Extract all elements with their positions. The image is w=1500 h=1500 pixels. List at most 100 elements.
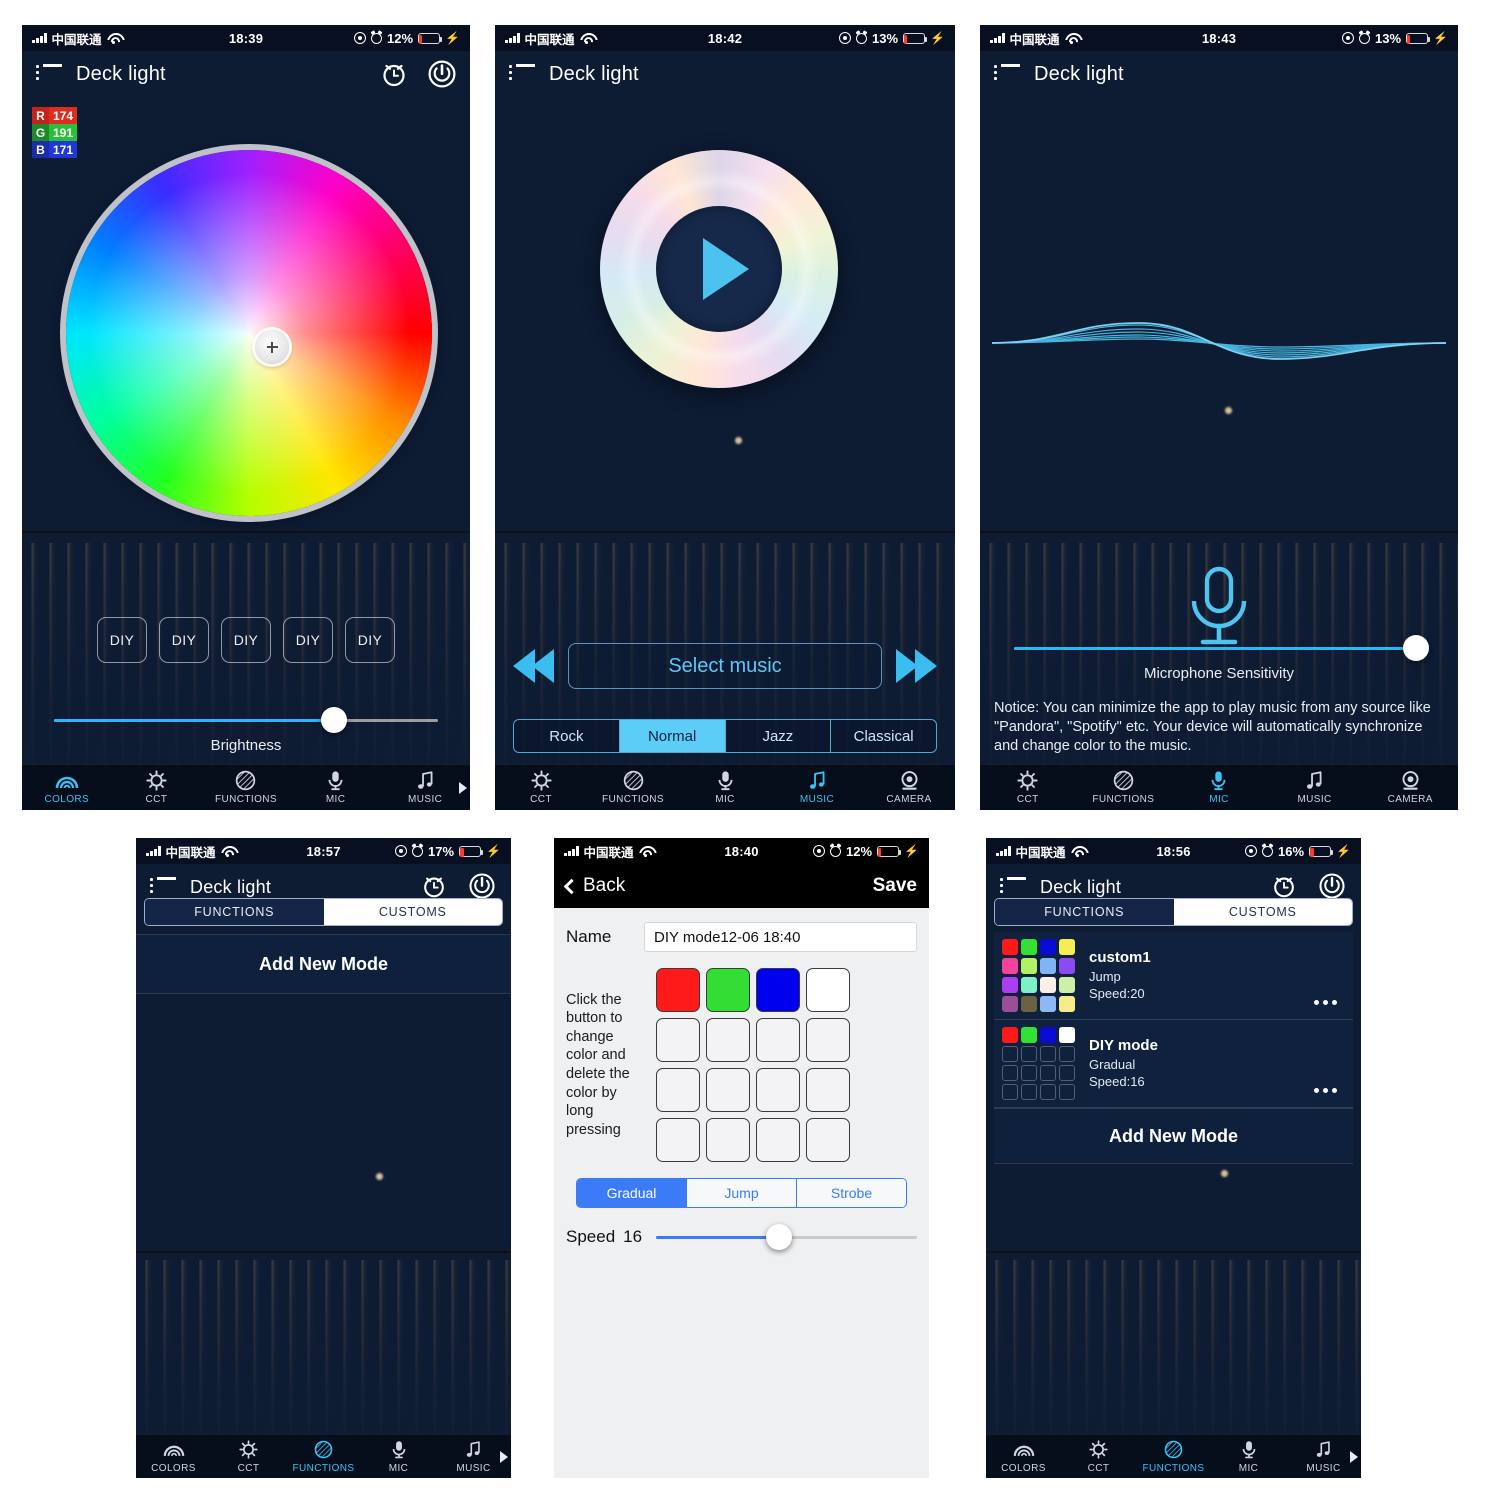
- tab-cct[interactable]: CCT: [1061, 1439, 1136, 1474]
- name-input[interactable]: DIY mode12-06 18:40: [644, 922, 917, 952]
- tab-music[interactable]: MUSIC: [771, 770, 863, 805]
- tab-functions-seg[interactable]: FUNCTIONS: [995, 899, 1174, 925]
- color-cell[interactable]: [806, 1118, 850, 1162]
- music-disc[interactable]: [600, 150, 838, 388]
- diy-preset-button[interactable]: DIY: [221, 617, 271, 663]
- tab-functions[interactable]: FUNCTIONS: [587, 770, 679, 805]
- select-music-button[interactable]: Select music: [568, 643, 882, 689]
- color-wheel-cursor[interactable]: [255, 330, 289, 364]
- color-cell[interactable]: [756, 1018, 800, 1062]
- tab-cct[interactable]: CCT: [980, 770, 1076, 805]
- tab-customs-seg[interactable]: CUSTOMS: [1173, 899, 1352, 925]
- genre-classical[interactable]: Classical: [831, 720, 936, 752]
- menu-icon[interactable]: [150, 877, 176, 897]
- timer-icon[interactable]: [421, 873, 449, 901]
- add-new-mode-button[interactable]: Add New Mode: [994, 1108, 1353, 1164]
- tab-overflow-arrow-icon[interactable]: [500, 1450, 508, 1463]
- tab-colors[interactable]: COLORS: [136, 1439, 211, 1474]
- color-cell[interactable]: [756, 1068, 800, 1112]
- tab-colors[interactable]: COLORS: [22, 770, 112, 805]
- mode-jump[interactable]: Jump: [687, 1179, 797, 1207]
- tab-camera[interactable]: CAMERA: [1362, 770, 1458, 805]
- tab-music[interactable]: MUSIC: [380, 770, 470, 805]
- menu-icon[interactable]: [36, 64, 62, 84]
- diy-preset-button[interactable]: DIY: [159, 617, 209, 663]
- tab-cct[interactable]: CCT: [495, 770, 587, 805]
- more-options-icon[interactable]: [1314, 1088, 1337, 1093]
- color-cell[interactable]: [756, 968, 800, 1012]
- diy-preset-button[interactable]: DIY: [97, 617, 147, 663]
- color-cell[interactable]: [706, 1118, 750, 1162]
- brightness-slider[interactable]: [54, 707, 438, 733]
- tab-mic[interactable]: MIC: [679, 770, 771, 805]
- color-cell[interactable]: [706, 968, 750, 1012]
- sensitivity-knob[interactable]: [1402, 635, 1429, 661]
- menu-icon[interactable]: [994, 64, 1020, 84]
- tab-colors[interactable]: COLORS: [986, 1439, 1061, 1474]
- rgb-row-blue: B 171: [32, 141, 77, 158]
- tab-customs-seg[interactable]: CUSTOMS: [323, 899, 502, 925]
- color-cell[interactable]: [806, 1018, 850, 1062]
- hatched-circle-icon: [1113, 770, 1134, 791]
- color-cell[interactable]: [806, 968, 850, 1012]
- tab-mic[interactable]: MIC: [1211, 1439, 1286, 1474]
- tab-functions[interactable]: FUNCTIONS: [201, 770, 291, 805]
- tab-functions[interactable]: FUNCTIONS: [1136, 1439, 1211, 1474]
- power-icon[interactable]: [1319, 873, 1347, 901]
- tab-cct[interactable]: CCT: [211, 1439, 286, 1474]
- diy-preset-button[interactable]: DIY: [283, 617, 333, 663]
- color-cell[interactable]: [656, 968, 700, 1012]
- genre-normal[interactable]: Normal: [619, 720, 726, 752]
- color-cell[interactable]: [656, 1118, 700, 1162]
- rgb-key-b: B: [32, 141, 49, 158]
- tab-camera[interactable]: CAMERA: [863, 770, 955, 805]
- tab-mic[interactable]: MIC: [1171, 770, 1267, 805]
- disc-play-button[interactable]: [656, 206, 782, 332]
- diy-preset-button[interactable]: DIY: [345, 617, 395, 663]
- color-wheel[interactable]: [66, 150, 432, 516]
- genre-rock[interactable]: Rock: [514, 720, 620, 752]
- color-cell[interactable]: [656, 1018, 700, 1062]
- tab-functions-seg[interactable]: FUNCTIONS: [145, 899, 324, 925]
- brightness-knob[interactable]: [321, 707, 348, 733]
- speed-slider[interactable]: [656, 1224, 917, 1250]
- mode-strobe[interactable]: Strobe: [797, 1179, 906, 1207]
- power-icon[interactable]: [469, 873, 497, 901]
- timer-icon[interactable]: [1271, 873, 1299, 901]
- list-item[interactable]: DIY mode Gradual Speed:16: [994, 1020, 1353, 1108]
- power-icon[interactable]: [428, 60, 456, 88]
- tab-cct[interactable]: CCT: [112, 770, 202, 805]
- tab-overflow-arrow-icon[interactable]: [459, 781, 467, 794]
- speed-knob[interactable]: [765, 1224, 792, 1250]
- tab-functions[interactable]: FUNCTIONS: [286, 1439, 361, 1474]
- color-cell[interactable]: [706, 1068, 750, 1112]
- tab-functions[interactable]: FUNCTIONS: [1076, 770, 1172, 805]
- battery-percent: 12%: [387, 30, 414, 46]
- save-button[interactable]: Save: [873, 875, 917, 897]
- list-item[interactable]: custom1 Jump Speed:20: [994, 932, 1353, 1020]
- more-options-icon[interactable]: [1314, 1000, 1337, 1005]
- previous-track-button[interactable]: [513, 649, 554, 683]
- color-cell[interactable]: [756, 1118, 800, 1162]
- moon: [735, 437, 742, 444]
- tab-music[interactable]: MUSIC: [1267, 770, 1363, 805]
- genre-jazz[interactable]: Jazz: [725, 720, 832, 752]
- page-title: Deck light: [1034, 62, 1124, 85]
- mic-sensitivity-slider[interactable]: [1014, 635, 1429, 661]
- brightness-fill: [54, 718, 335, 722]
- menu-icon[interactable]: [1000, 877, 1026, 897]
- color-cell[interactable]: [656, 1068, 700, 1112]
- menu-icon[interactable]: [509, 64, 535, 84]
- color-wheel-surface[interactable]: [66, 150, 432, 516]
- color-cell[interactable]: [706, 1018, 750, 1062]
- tab-mic[interactable]: MIC: [361, 1439, 436, 1474]
- tab-overflow-arrow-icon[interactable]: [1350, 1450, 1358, 1463]
- timer-icon[interactable]: [380, 60, 408, 88]
- mode-gradual[interactable]: Gradual: [577, 1179, 687, 1207]
- add-new-mode-button[interactable]: Add New Mode: [136, 934, 511, 994]
- tab-mic[interactable]: MIC: [291, 770, 381, 805]
- hatched-circle-icon: [1164, 1439, 1183, 1460]
- back-button[interactable]: Back: [563, 875, 625, 897]
- next-track-button[interactable]: [896, 649, 937, 683]
- color-cell[interactable]: [806, 1068, 850, 1112]
